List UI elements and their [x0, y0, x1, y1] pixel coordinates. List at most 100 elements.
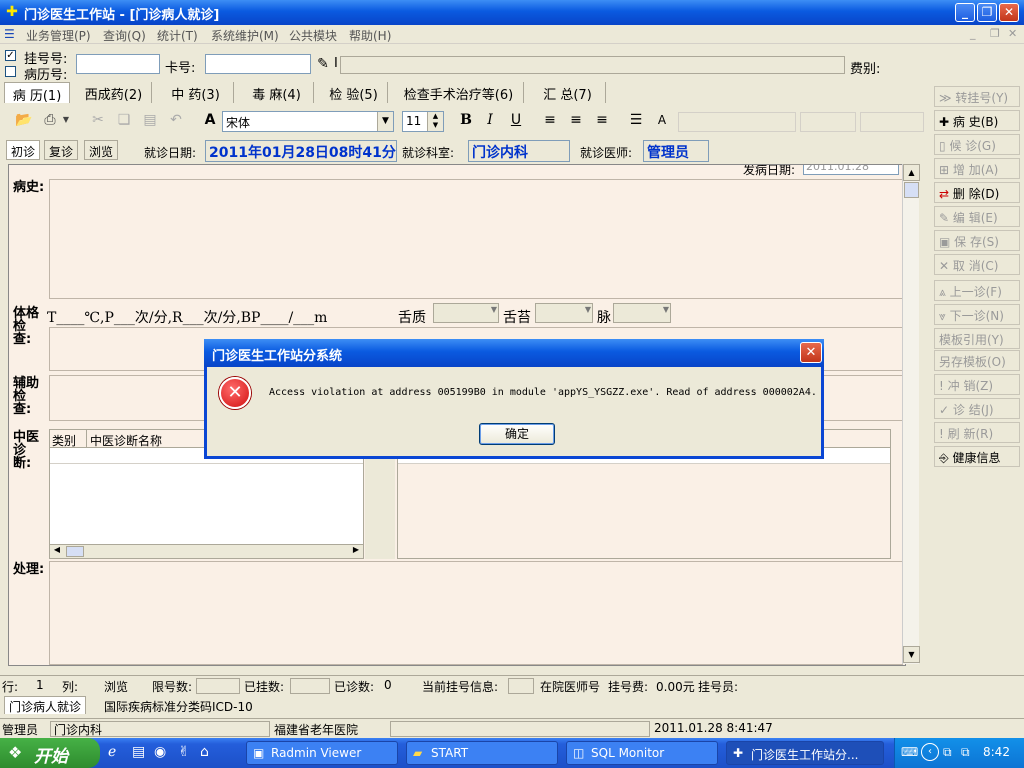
task-start-folder[interactable]: ▰ START [406, 741, 558, 765]
copy-icon[interactable]: ❏ [114, 110, 134, 130]
tongue-select[interactable]: ▼ [433, 303, 499, 323]
quicklaunch-tool-icon[interactable]: ✌ [178, 744, 190, 760]
history-text-area[interactable] [49, 179, 903, 299]
scroll-thumb[interactable] [66, 546, 84, 557]
card-reader-icon[interactable]: ✎ [314, 56, 332, 74]
coating-dropdown-icon[interactable]: ▼ [585, 305, 591, 314]
menu-system[interactable]: 系统维护(M) [211, 27, 279, 44]
quicklaunch-doc-icon[interactable]: ▤ [132, 744, 145, 760]
tab-summary[interactable]: 汇 总(7) [530, 82, 606, 103]
scroll-down-icon[interactable]: ▼ [903, 646, 920, 663]
menu-public[interactable]: 公共模块 [289, 27, 337, 44]
bullet-list-icon[interactable]: ☰ [626, 110, 646, 130]
open-icon[interactable]: 📂 [14, 110, 34, 130]
tcm-h-scrollbar[interactable]: ◀ ▶ [50, 544, 363, 558]
transfer-registration-button[interactable]: ≫ 转挂号(Y) [934, 86, 1020, 107]
font-select[interactable]: 宋体 ▼ [222, 111, 394, 132]
edit-button[interactable]: ✎ 编 辑(E) [934, 206, 1020, 227]
reverse-button[interactable]: ! 冲 销(Z) [934, 374, 1020, 395]
print-dropdown-icon[interactable]: ▼ [60, 110, 72, 130]
close-button[interactable]: ✕ [999, 3, 1019, 22]
onset-date-field[interactable]: 2011.01.28 [803, 165, 899, 175]
font-color-icon[interactable]: A [652, 110, 672, 130]
coating-select[interactable]: ▼ [535, 303, 593, 323]
vital-signs-template[interactable]: T____℃,P___次/分,R___次/分,BP____/___m [47, 307, 327, 327]
network2-icon[interactable]: ⧉ [961, 745, 970, 760]
font-size-select[interactable]: 11 ▲ ▼ [402, 111, 444, 132]
waiting-button[interactable]: ▯ 候 诊(G) [934, 134, 1020, 155]
mdi-icon[interactable]: ☰ [4, 27, 15, 41]
mdi-restore-icon[interactable]: ❐ [990, 27, 1000, 40]
save-button[interactable]: ▣ 保 存(S) [934, 230, 1020, 251]
underline-icon[interactable]: U [506, 110, 526, 130]
minimize-button[interactable]: _ [955, 3, 975, 22]
add-button[interactable]: ⊞ 增 加(A) [934, 158, 1020, 179]
print-icon[interactable]: ⎙ [40, 110, 60, 130]
first-visit-tab[interactable]: 初诊 [6, 140, 41, 160]
reg-no-input[interactable] [76, 54, 160, 74]
scroll-left-icon[interactable]: ◀ [50, 545, 64, 558]
mdi-close-icon[interactable]: ✕ [1008, 27, 1017, 40]
pulse-select[interactable]: ▼ [613, 303, 671, 323]
previous-visit-button[interactable]: ⩓ 上一诊(F) [934, 280, 1020, 301]
tab-lab[interactable]: 检 验(5) [320, 82, 388, 103]
title-bar[interactable]: ✚ 门诊医生工作站 - [门诊病人就诊] _ ❐ ✕ [0, 0, 1024, 25]
history-button[interactable]: ✚ 病 史(B) [934, 110, 1020, 131]
tab-record[interactable]: 病 历(1) [4, 82, 70, 104]
start-button[interactable]: ❖ 开始 [0, 738, 100, 768]
quicklaunch-desktop-icon[interactable]: ⌂ [200, 744, 209, 760]
refresh-button[interactable]: ! 刷 新(R) [934, 422, 1020, 443]
bold-icon[interactable]: B [456, 110, 476, 130]
cancel-button[interactable]: ✕ 取 消(C) [934, 254, 1020, 275]
task-doctor-station[interactable]: ✚ 门诊医生工作站分... [726, 741, 884, 765]
editor-v-scrollbar[interactable]: ▲ ▼ [902, 164, 920, 664]
next-visit-button[interactable]: ⩔ 下一诊(N) [934, 304, 1020, 325]
menu-query[interactable]: 查询(Q) [103, 27, 146, 44]
col-name-header[interactable]: 中医诊断名称 [90, 432, 162, 449]
tongue-dropdown-icon[interactable]: ▼ [491, 305, 497, 314]
ie-icon[interactable]: ℯ [108, 744, 116, 760]
mdi-minimize-icon[interactable]: _ [970, 27, 976, 40]
align-right-icon[interactable]: ≡ [592, 110, 612, 130]
tray-expand-icon[interactable]: ‹ [921, 743, 939, 761]
taskbar-clock[interactable]: 8:42 [983, 745, 1010, 759]
tab-icd10[interactable]: 国际疾病标准分类码ICD-10 [100, 697, 257, 714]
tab-chinese-medicine[interactable]: 中 药(3) [158, 82, 234, 103]
quicklaunch-media-icon[interactable]: ◉ [154, 744, 166, 760]
undo-icon[interactable]: ↶ [166, 110, 186, 130]
ok-button[interactable]: 确定 [479, 423, 555, 445]
task-radmin[interactable]: ▣ Radmin Viewer [246, 741, 398, 765]
tab-narcotics[interactable]: 毒 麻(4) [240, 82, 314, 103]
card-input[interactable] [205, 54, 311, 74]
health-info-button[interactable]: ⎆ 健康信息 [934, 446, 1020, 467]
menu-stats[interactable]: 统计(T) [157, 27, 198, 44]
save-template-button[interactable]: 另存模板(O) [934, 350, 1020, 371]
record-no-checkbox[interactable] [5, 66, 16, 77]
align-left-icon[interactable]: ≡ [540, 110, 560, 130]
tab-outpatient-visit[interactable]: 门诊病人就诊 [4, 696, 87, 714]
font-dropdown-icon[interactable]: ▼ [377, 112, 393, 131]
dialog-title-bar[interactable]: 门诊医生工作站分系统 ✕ [204, 339, 824, 367]
restore-button[interactable]: ❐ [977, 3, 997, 22]
italic-icon[interactable]: I [480, 110, 500, 130]
scroll-thumb[interactable] [904, 182, 919, 198]
followup-visit-tab[interactable]: 复诊 [44, 140, 79, 160]
template-reference-button[interactable]: 模板引用(Y) [934, 328, 1020, 349]
tab-western-medicine[interactable]: 西成药(2) [76, 82, 152, 103]
keyboard-icon[interactable]: ⌨ [901, 745, 918, 759]
conclude-button[interactable]: ✓ 诊 结(J) [934, 398, 1020, 419]
align-center-icon[interactable]: ≡ [566, 110, 586, 130]
delete-button[interactable]: ⇄ 删 除(D) [934, 182, 1020, 203]
dialog-close-button[interactable]: ✕ [800, 342, 822, 363]
pulse-dropdown-icon[interactable]: ▼ [663, 305, 669, 314]
tab-exam-treatment[interactable]: 检查手术治疗等(6) [394, 82, 524, 103]
task-sql-monitor[interactable]: ◫ SQL Monitor [566, 741, 718, 765]
app-icon[interactable]: ✚ [4, 4, 20, 20]
network-icon[interactable]: ⧉ [943, 745, 952, 760]
scroll-up-icon[interactable]: ▲ [903, 164, 920, 181]
paste-icon[interactable]: ▤ [140, 110, 160, 130]
scroll-right-icon[interactable]: ▶ [349, 545, 363, 558]
browse-tab[interactable]: 浏览 [84, 140, 119, 160]
menu-business[interactable]: 业务管理(P) [26, 27, 91, 44]
col-type-header[interactable]: 类别 [52, 432, 76, 449]
